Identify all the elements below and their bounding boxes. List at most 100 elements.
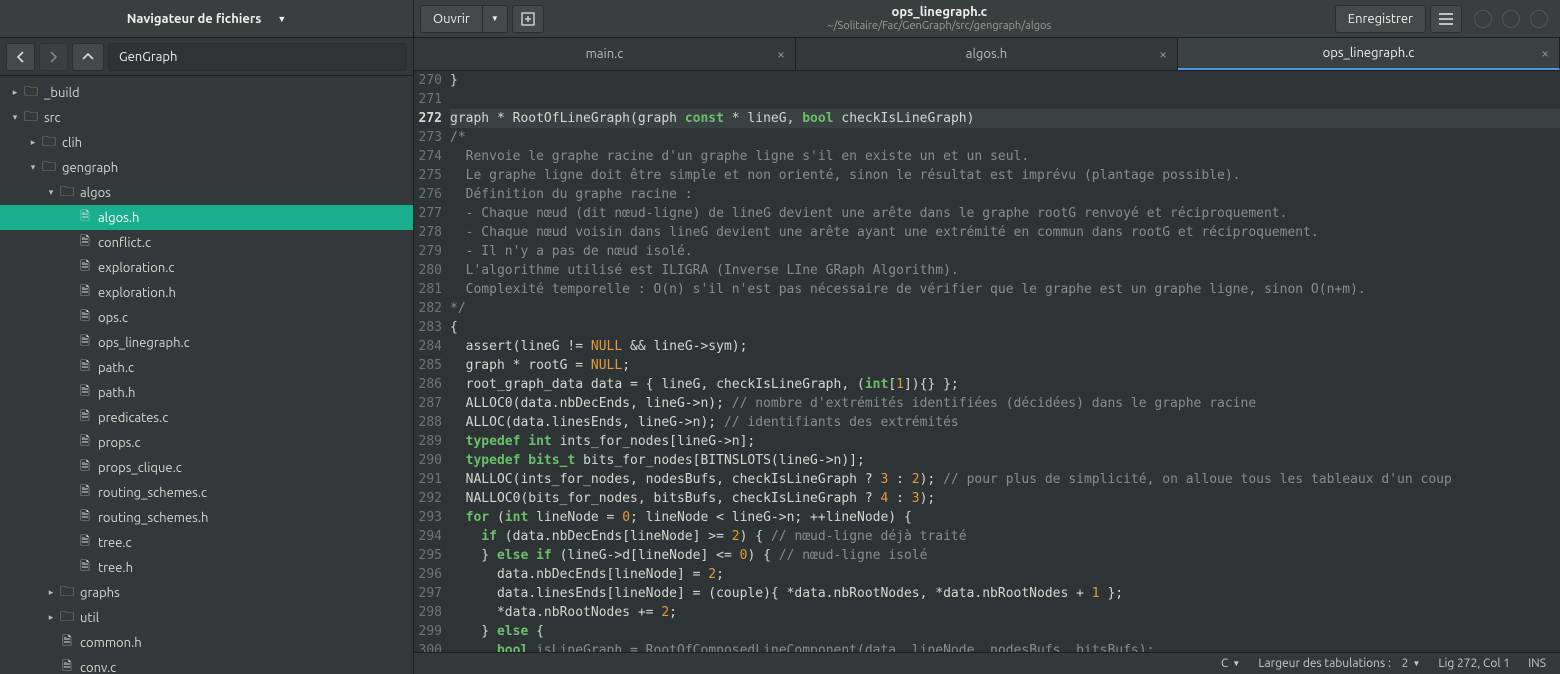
path-entry[interactable]: GenGraph (108, 43, 407, 71)
nav-forward-button[interactable] (39, 43, 68, 71)
tree-file[interactable]: 🗎 tree.h (0, 555, 413, 580)
code-line[interactable]: bool isLineGraph = RootOfComposedLineCom… (450, 641, 1560, 652)
tab-width-selector[interactable]: Largeur des tabulations : 2 ▼ (1258, 657, 1420, 670)
code-line[interactable]: assert(lineG != NULL && lineG->sym); (450, 337, 1560, 356)
open-recent-button[interactable]: ▼ (482, 5, 508, 33)
tree-item-label: exploration.c (98, 261, 174, 275)
file-icon: 🗎 (76, 232, 94, 253)
tree-folder[interactable]: ▸🗀_build (0, 80, 413, 105)
code-line[interactable]: { (450, 318, 1560, 337)
code-line[interactable]: - Il n'y a pas de nœud isolé. (450, 242, 1560, 261)
expander-closed-icon[interactable]: ▸ (44, 587, 58, 598)
save-button[interactable]: Enregistrer (1335, 5, 1426, 33)
code-line[interactable]: Le graphe ligne doit être simple et non … (450, 166, 1560, 185)
window-close-button[interactable] (1530, 10, 1548, 28)
editor-tab[interactable]: algos.h× (796, 38, 1178, 70)
code-line[interactable]: Complexité temporelle : O(n) s'il n'est … (450, 280, 1560, 299)
tree-file[interactable]: 🗎props.c (0, 430, 413, 455)
code-line[interactable]: /* (450, 128, 1560, 147)
tree-file[interactable]: 🗎exploration.c (0, 255, 413, 280)
file-icon: 🗎 (58, 632, 76, 653)
code-line[interactable]: ALLOC(data.linesEnds, lineG->n); // iden… (450, 413, 1560, 432)
code-line[interactable]: Définition du graphe racine : (450, 185, 1560, 204)
insert-mode[interactable]: INS (1528, 657, 1546, 670)
open-button[interactable]: Ouvrir (420, 5, 482, 33)
tree-file[interactable]: 🗎props_clique.c (0, 455, 413, 480)
close-icon[interactable]: × (1159, 46, 1167, 62)
tree-file[interactable]: 🗎ops.c (0, 305, 413, 330)
expander-closed-icon[interactable]: ▸ (44, 612, 58, 623)
close-icon[interactable]: × (1541, 45, 1549, 61)
code-line[interactable] (450, 90, 1560, 109)
code-line[interactable]: NALLOC(ints_for_nodes, nodesBufs, checkI… (450, 470, 1560, 489)
editor-tab[interactable]: main.c× (414, 38, 796, 70)
new-document-button[interactable] (512, 5, 544, 33)
code-line[interactable]: ALLOC0(data.nbDecEnds, lineG->n); // nom… (450, 394, 1560, 413)
code-line[interactable]: Renvoie le graphe racine d'un graphe lig… (450, 147, 1560, 166)
tree-file[interactable]: 🗎algos.h (0, 205, 413, 230)
file-icon: 🗎 (76, 457, 94, 478)
code-line[interactable]: for (int lineNode = 0; lineNode < lineG-… (450, 508, 1560, 527)
folder-icon: 🗀 (22, 81, 40, 105)
tree-file[interactable]: 🗎tree.c (0, 530, 413, 555)
tree-item-label: conflict.c (98, 236, 151, 250)
expander-open-icon[interactable]: ▾ (26, 162, 40, 173)
code-line[interactable]: - Chaque nœud (dit nœud-ligne) de lineG … (450, 204, 1560, 223)
code-line[interactable]: root_graph_data data = { lineG, checkIsL… (450, 375, 1560, 394)
file-icon: 🗎 (76, 307, 94, 328)
nav-back-button[interactable] (6, 43, 35, 71)
tree-file[interactable]: 🗎path.c (0, 355, 413, 380)
code-line[interactable]: graph * rootG = NULL; (450, 356, 1560, 375)
tree-folder[interactable]: ▾🗀gengraph (0, 155, 413, 180)
language-selector[interactable]: C ▼ (1221, 657, 1240, 670)
code-line[interactable]: NALLOC0(bits_for_nodes, bitsBufs, checkI… (450, 489, 1560, 508)
nav-up-button[interactable] (72, 43, 104, 71)
tree-file[interactable]: 🗎 conflict.c (0, 230, 413, 255)
close-icon[interactable]: × (777, 46, 785, 62)
editor-tab[interactable]: ops_linegraph.c× (1178, 38, 1560, 70)
chevron-right-icon (49, 51, 58, 63)
window-maximize-button[interactable] (1502, 10, 1520, 28)
tree-file[interactable]: 🗎path.h (0, 380, 413, 405)
tree-folder[interactable]: ▸🗀util (0, 605, 413, 630)
line-number: 279 (414, 242, 442, 261)
expander-closed-icon[interactable]: ▸ (8, 87, 22, 98)
tree-folder[interactable]: ▸🗀graphs (0, 580, 413, 605)
code-line[interactable]: if (data.nbDecEnds[lineNode] >= 2) { // … (450, 527, 1560, 546)
file-icon: 🗎 (76, 557, 94, 578)
code-line[interactable]: typedef bits_t bits_for_nodes[BITNSLOTS(… (450, 451, 1560, 470)
code-line[interactable]: */ (450, 299, 1560, 318)
code-line[interactable]: *data.nbRootNodes += 2; (450, 603, 1560, 622)
tree-folder[interactable]: ▸🗀clih (0, 130, 413, 155)
tree-file[interactable]: 🗎common.h (0, 630, 413, 655)
code-line[interactable]: } (450, 71, 1560, 90)
tree-file[interactable]: 🗎predicates.c (0, 405, 413, 430)
file-browser-header[interactable]: Navigateur de fichiers ▼ (0, 0, 414, 37)
hamburger-menu-button[interactable] (1430, 5, 1462, 33)
tree-file[interactable]: 🗎routing_schemes.c (0, 480, 413, 505)
file-tree[interactable]: ▸🗀_build▾🗀src▸🗀clih▾🗀gengraph▾🗀algos🗎alg… (0, 76, 413, 674)
code-content[interactable]: } graph * RootOfLineGraph(graph const * … (448, 71, 1560, 652)
cursor-position[interactable]: Lig 272, Col 1 (1438, 657, 1510, 670)
code-line[interactable]: } else { (450, 622, 1560, 641)
code-editor[interactable]: 2702712722732742752762772782792802812822… (414, 71, 1560, 652)
tree-file[interactable]: 🗎conv.c (0, 655, 413, 674)
code-line[interactable]: data.linesEnds[lineNode] = (couple){ *da… (450, 584, 1560, 603)
code-line[interactable]: graph * RootOfLineGraph(graph const * li… (450, 109, 1560, 128)
expander-closed-icon[interactable]: ▸ (26, 137, 40, 148)
expander-open-icon[interactable]: ▾ (8, 112, 22, 123)
tree-folder[interactable]: ▾🗀algos (0, 180, 413, 205)
tree-file[interactable]: 🗎exploration.h (0, 280, 413, 305)
window-minimize-button[interactable] (1474, 10, 1492, 28)
tree-folder[interactable]: ▾🗀src (0, 105, 413, 130)
code-line[interactable]: L'algorithme utilisé est ILIGRA (Inverse… (450, 261, 1560, 280)
code-line[interactable]: - Chaque nœud voisin dans lineG devient … (450, 223, 1560, 242)
expander-open-icon[interactable]: ▾ (44, 187, 58, 198)
code-line[interactable]: typedef int ints_for_nodes[lineG->n]; (450, 432, 1560, 451)
tree-file[interactable]: 🗎routing_schemes.h (0, 505, 413, 530)
tree-item-label: props.c (98, 436, 141, 450)
tree-file[interactable]: 🗎ops_linegraph.c (0, 330, 413, 355)
code-line[interactable]: } else if (lineG->d[lineNode] <= 0) { //… (450, 546, 1560, 565)
tree-item-label: tree.h (98, 561, 133, 575)
code-line[interactable]: data.nbDecEnds[lineNode] = 2; (450, 565, 1560, 584)
